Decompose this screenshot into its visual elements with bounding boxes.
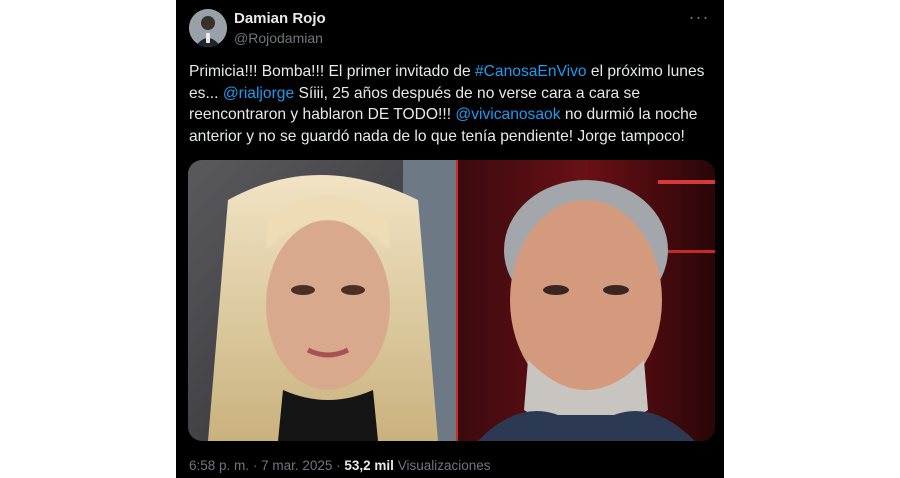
tweet-text-segment: Primicia!!! Bomba!!! El primer invitado … (189, 63, 475, 80)
display-name[interactable]: Damian Rojo (234, 10, 326, 27)
tweet-metadata: 6:58 p. m. · 7 mar. 2025 · 53,2 mil Visu… (189, 458, 491, 473)
more-horizontal-icon[interactable]: ··· (686, 8, 712, 30)
tweet-time[interactable]: 6:58 p. m. (189, 458, 249, 473)
photo-woman[interactable] (188, 160, 456, 441)
tweet-text: Primicia!!! Bomba!!! El primer invitado … (189, 61, 715, 147)
separator: · (252, 458, 258, 473)
tweet-media[interactable] (188, 160, 715, 441)
views-label: Visualizaciones (397, 458, 491, 473)
tweet-date[interactable]: 7 mar. 2025 (261, 458, 332, 473)
views-count: 53,2 mil (344, 458, 394, 473)
separator: · (336, 458, 341, 473)
avatar[interactable] (189, 9, 227, 47)
mention-link[interactable]: @vivicanosaok (455, 106, 560, 123)
handle[interactable]: @Rojodamian (234, 30, 323, 46)
photo-man[interactable] (458, 160, 715, 441)
mention-link[interactable]: @rialjorge (223, 85, 294, 102)
hashtag-link[interactable]: #CanosaEnVivo (475, 63, 587, 80)
tweet-card: Damian Rojo @Rojodamian ··· Primicia!!! … (176, 0, 724, 478)
